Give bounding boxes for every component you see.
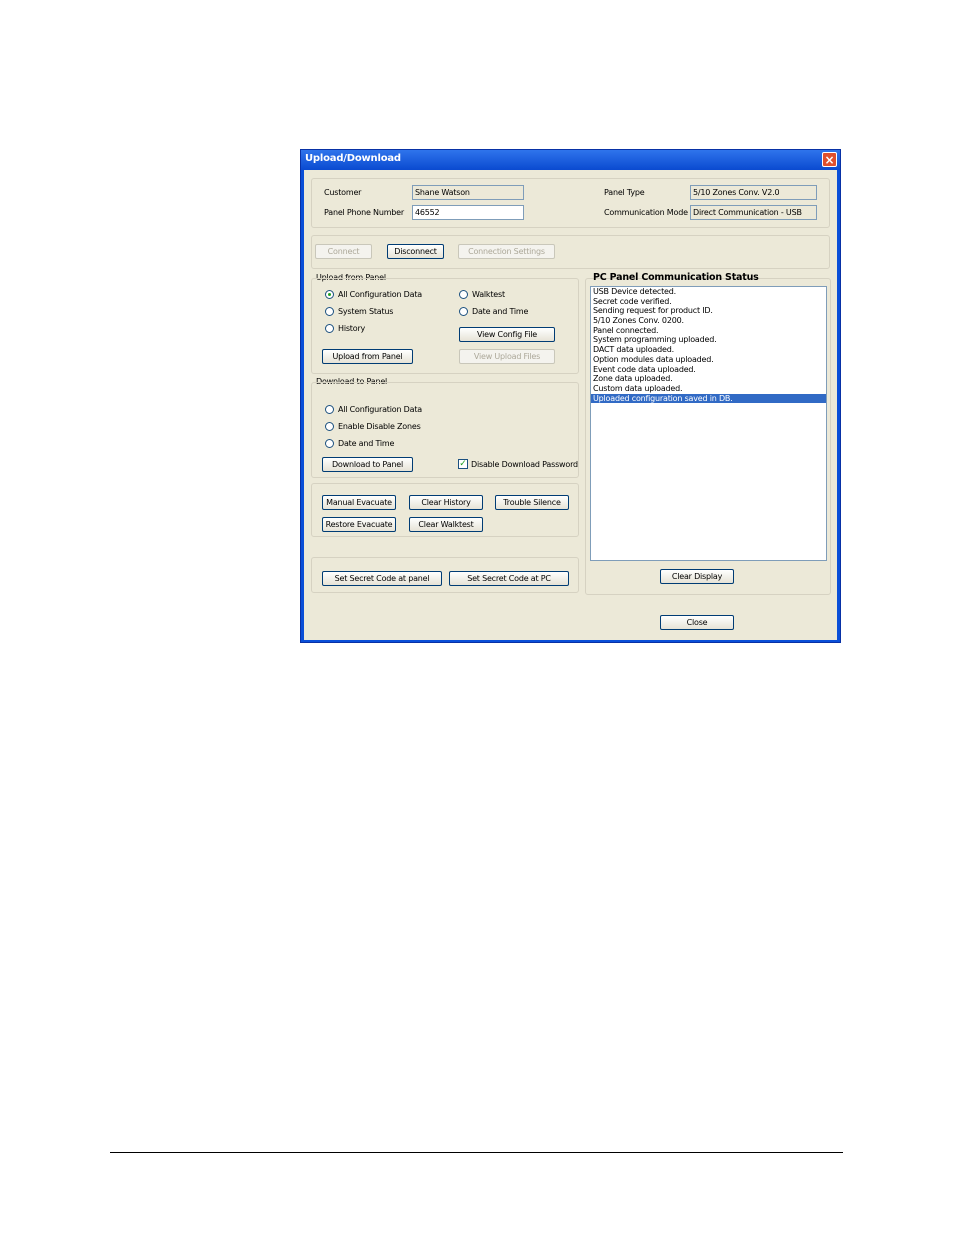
- download-option-label: Enable Disable Zones: [338, 422, 421, 431]
- status-log-line[interactable]: Option modules data uploaded.: [591, 355, 826, 365]
- clear-walktest-button[interactable]: Clear Walktest: [409, 517, 483, 532]
- upload-option-label: History: [338, 324, 366, 333]
- disable-download-password-label: Disable Download Password: [471, 460, 578, 469]
- status-title: PC Panel Communication Status: [593, 272, 759, 283]
- phone-number-field[interactable]: 46552: [412, 205, 524, 220]
- status-log-line[interactable]: Secret code verified.: [591, 297, 826, 307]
- view-upload-files-button[interactable]: View Upload Files: [459, 349, 555, 364]
- upload-walktest-radio[interactable]: [459, 290, 468, 299]
- phone-label: Panel Phone Number: [324, 208, 404, 217]
- status-log-line[interactable]: DACT data uploaded.: [591, 345, 826, 355]
- trouble-silence-button[interactable]: Trouble Silence: [495, 495, 569, 510]
- upload-option-label: Date and Time: [472, 307, 529, 316]
- status-log-line[interactable]: Uploaded configuration saved in DB.: [591, 393, 826, 404]
- upload-option-label: Walktest: [472, 290, 505, 299]
- upload-option-label: All Configuration Data: [338, 290, 422, 299]
- disable-download-password-checkbox[interactable]: ✓: [458, 459, 468, 469]
- close-icon[interactable]: ×: [822, 152, 837, 167]
- footer-rule: [110, 1152, 843, 1153]
- window-title: Upload/Download: [305, 153, 401, 164]
- upload-from-panel-button[interactable]: Upload from Panel: [322, 349, 413, 364]
- close-button[interactable]: Close: [660, 615, 734, 630]
- upload-date-time-radio[interactable]: [459, 307, 468, 316]
- clear-display-button[interactable]: Clear Display: [660, 569, 734, 584]
- status-log-line[interactable]: System programming uploaded.: [591, 335, 826, 345]
- dialog-body: Customer Shane Watson Panel Phone Number…: [304, 170, 837, 640]
- download-option-label: Date and Time: [338, 439, 395, 448]
- upload-download-window: Upload/Download × Customer Shane Watson …: [300, 149, 841, 643]
- status-log-line[interactable]: USB Device detected.: [591, 287, 826, 297]
- set-secret-code-panel-button[interactable]: Set Secret Code at panel: [322, 571, 442, 586]
- manual-evacuate-button[interactable]: Manual Evacuate: [322, 495, 396, 510]
- status-log-line[interactable]: Sending request for product ID.: [591, 306, 826, 316]
- comm-mode-label: Communication Mode: [604, 208, 688, 217]
- status-log-list[interactable]: USB Device detected. Secret code verified…: [590, 286, 827, 561]
- status-log-line[interactable]: Custom data uploaded.: [591, 384, 826, 394]
- status-log-line[interactable]: 5/10 Zones Conv. 0200.: [591, 316, 826, 326]
- download-date-time-radio[interactable]: [325, 439, 334, 448]
- disconnect-button[interactable]: Disconnect: [387, 244, 444, 259]
- comm-mode-field[interactable]: Direct Communication - USB: [690, 205, 817, 220]
- upload-all-config-radio[interactable]: [325, 290, 334, 299]
- customer-label: Customer: [324, 188, 362, 197]
- connection-settings-button[interactable]: Connection Settings: [458, 244, 555, 259]
- set-secret-code-pc-button[interactable]: Set Secret Code at PC: [449, 571, 569, 586]
- upload-system-status-radio[interactable]: [325, 307, 334, 316]
- restore-evacuate-button[interactable]: Restore Evacuate: [322, 517, 396, 532]
- status-log-line[interactable]: Zone data uploaded.: [591, 374, 826, 384]
- download-to-panel-button[interactable]: Download to Panel: [322, 457, 413, 472]
- status-log-line[interactable]: Panel connected.: [591, 326, 826, 336]
- view-config-file-button[interactable]: View Config File: [459, 327, 555, 342]
- upload-option-label: System Status: [338, 307, 394, 316]
- upload-history-radio[interactable]: [325, 324, 334, 333]
- customer-field[interactable]: Shane Watson: [412, 185, 524, 200]
- title-bar[interactable]: Upload/Download ×: [301, 150, 840, 170]
- download-enable-disable-zones-radio[interactable]: [325, 422, 334, 431]
- download-option-label: All Configuration Data: [338, 405, 422, 414]
- download-all-config-radio[interactable]: [325, 405, 334, 414]
- status-log-line[interactable]: Event code data uploaded.: [591, 365, 826, 375]
- clear-history-button[interactable]: Clear History: [409, 495, 483, 510]
- panel-type-label: Panel Type: [604, 188, 645, 197]
- connect-button[interactable]: Connect: [315, 244, 372, 259]
- panel-type-field[interactable]: 5/10 Zones Conv. V2.0: [690, 185, 817, 200]
